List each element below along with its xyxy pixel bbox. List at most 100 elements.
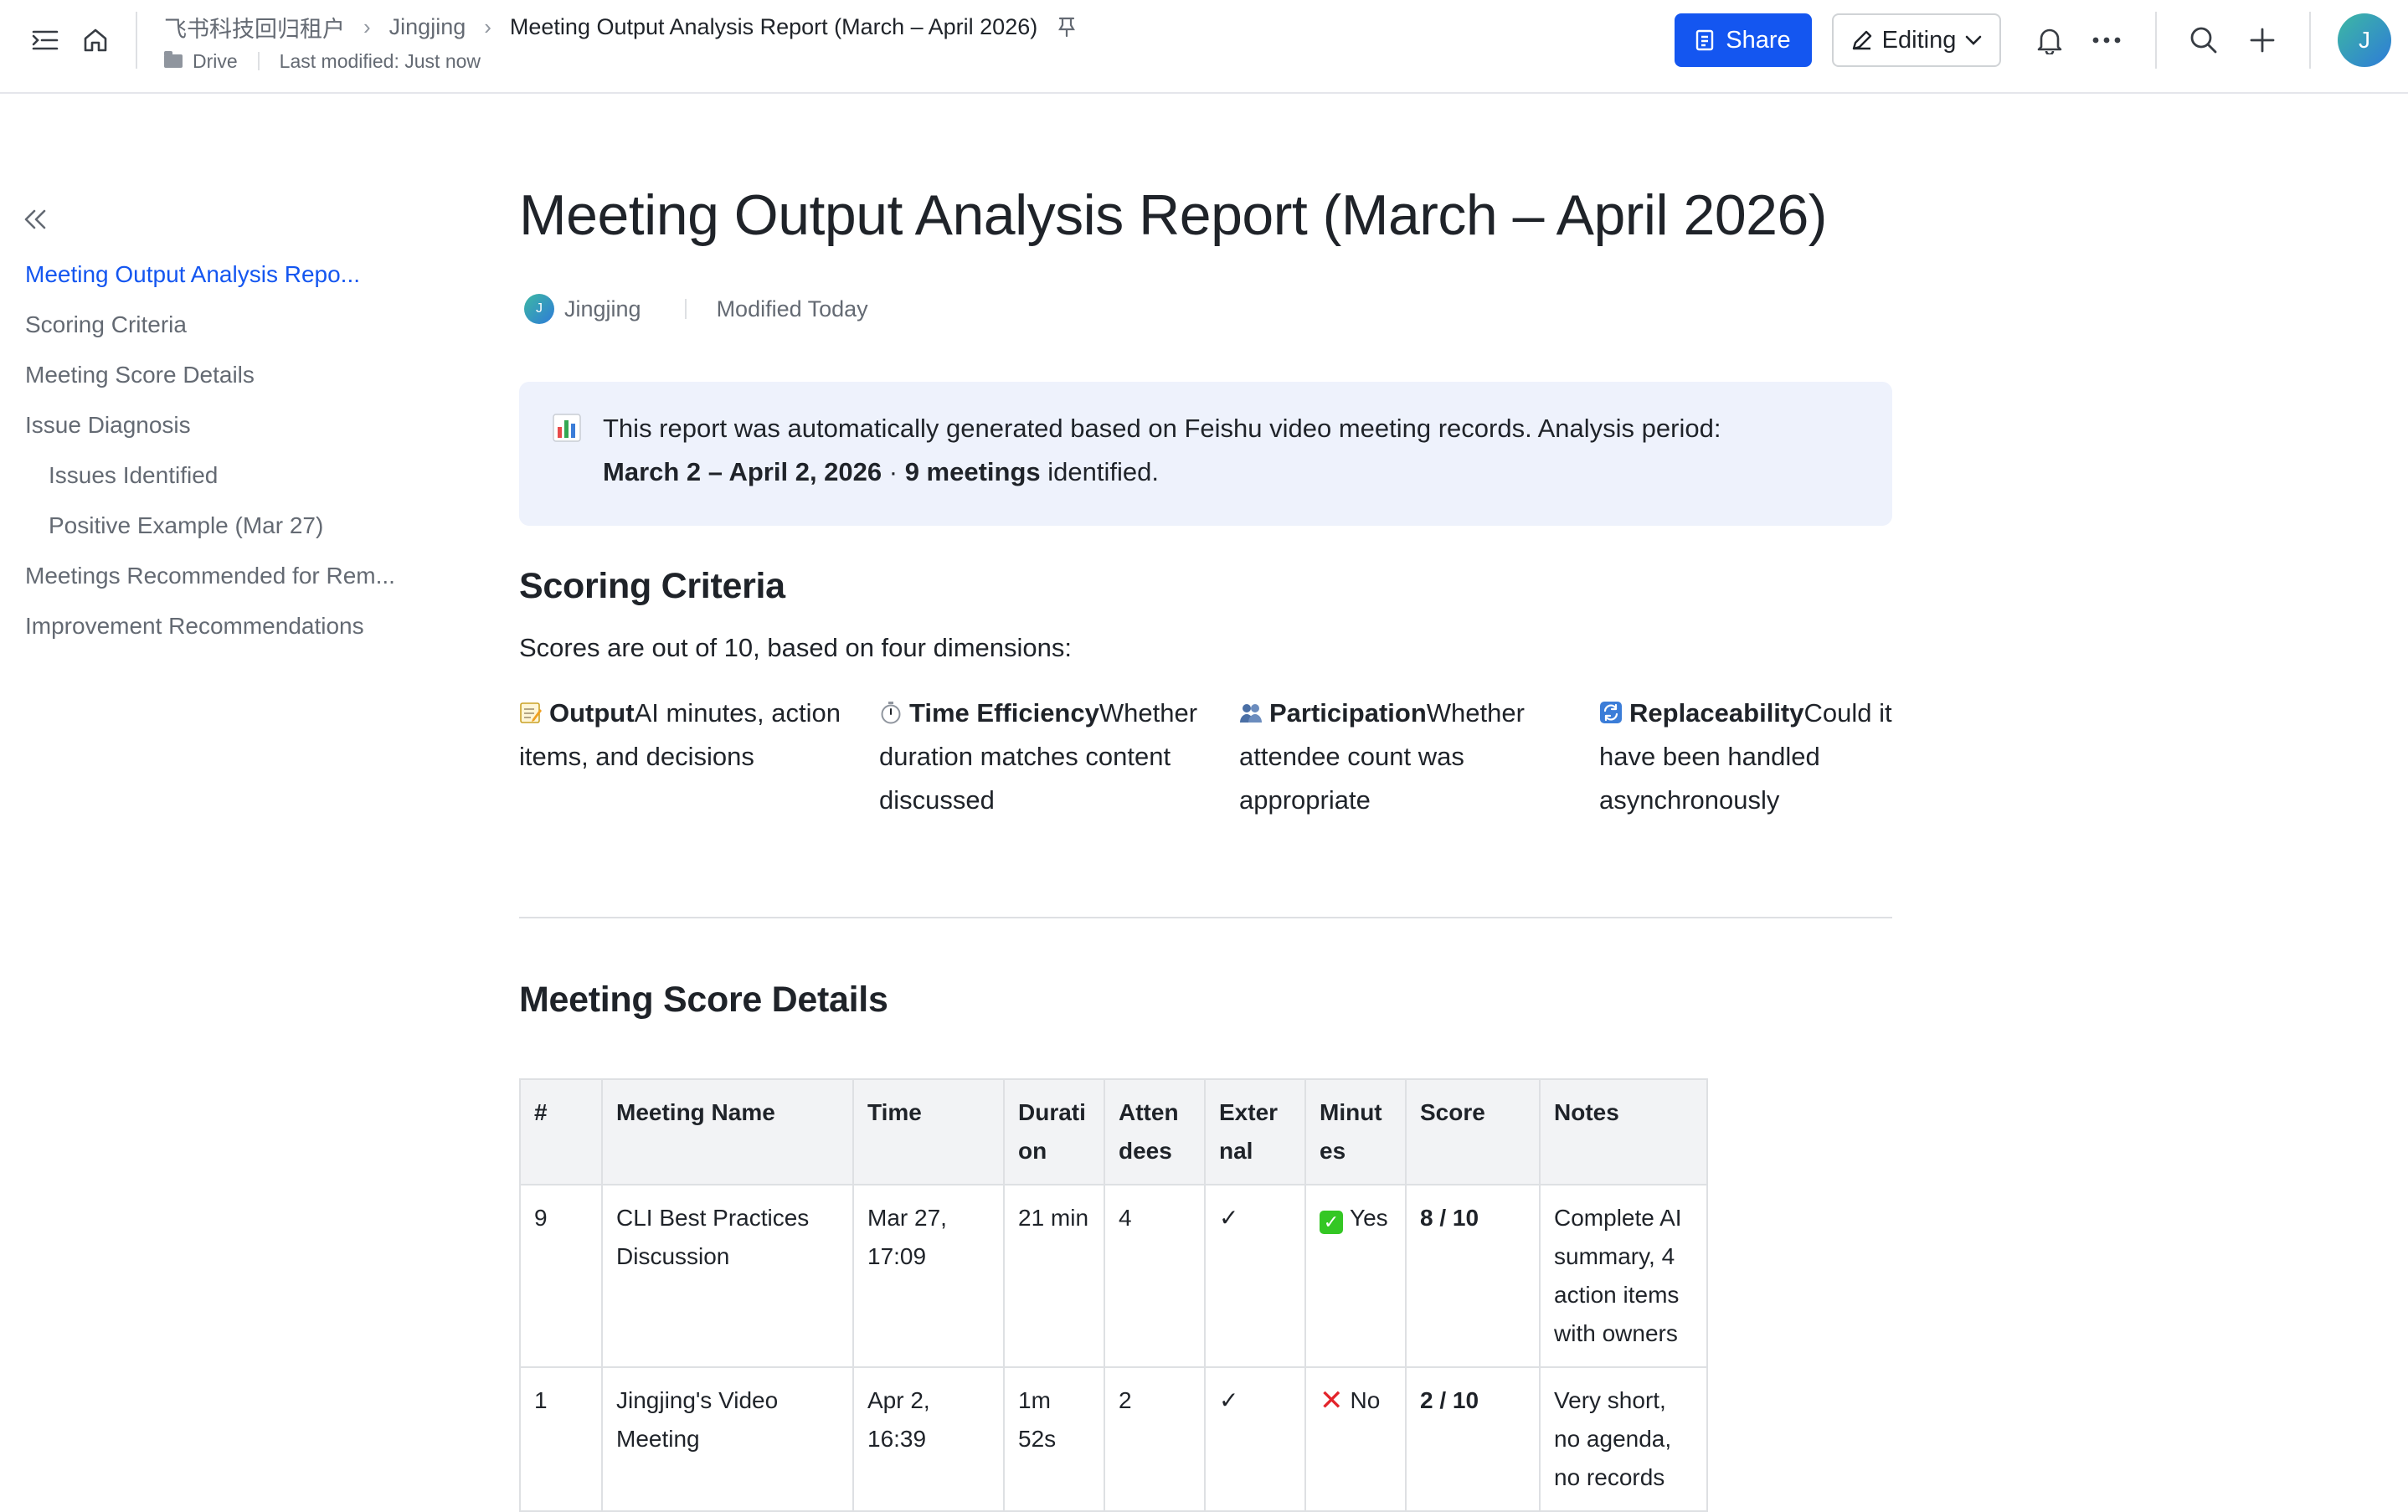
minutes-value: Yes xyxy=(1350,1205,1388,1231)
column-header[interactable]: Notes xyxy=(1539,1078,1708,1185)
score-table[interactable]: # Meeting Name Time Durati on Atten dees… xyxy=(519,1078,1708,1512)
column-header[interactable]: Meeting Name xyxy=(601,1078,854,1185)
criterion-participation[interactable]: ParticipationWhether attendee count was … xyxy=(1239,692,1571,822)
column-header[interactable]: Minut es xyxy=(1304,1078,1407,1185)
cell-name[interactable]: Jingjing's Video Meeting xyxy=(601,1366,854,1512)
column-header[interactable]: Atten dees xyxy=(1104,1078,1206,1185)
callout-block[interactable]: This report was automatically generated … xyxy=(519,382,1892,526)
criterion-name: Time Efficiency xyxy=(909,698,1099,728)
criterion-replaceability[interactable]: ReplaceabilityCould it have been handled… xyxy=(1599,692,1931,822)
criterion-output[interactable]: OutputAI minutes, action items, and deci… xyxy=(519,692,851,779)
cell-name[interactable]: CLI Best Practices Discussion xyxy=(601,1184,854,1368)
check-mark-icon: ✓ xyxy=(1320,1211,1343,1234)
editing-label: Editing xyxy=(1881,26,1957,54)
cell-minutes[interactable]: ✕ No xyxy=(1304,1366,1407,1512)
cell-time[interactable]: Mar 27, 17:09 xyxy=(852,1184,1005,1368)
criterion-time-efficiency[interactable]: Time EfficiencyWhether duration matches … xyxy=(879,692,1211,822)
people-icon xyxy=(1240,704,1262,723)
stopwatch-icon xyxy=(881,702,901,724)
cross-mark-icon: ✕ xyxy=(1320,1385,1344,1417)
pin-icon[interactable] xyxy=(1057,16,1076,38)
outline-item-meetings-recommended[interactable]: Meetings Recommended for Rem... xyxy=(25,551,410,601)
home-icon[interactable] xyxy=(72,17,119,64)
column-header[interactable]: # xyxy=(519,1078,603,1185)
cell-time[interactable]: Apr 2, 16:39 xyxy=(852,1366,1005,1512)
modified-label: Modified Today xyxy=(716,296,868,321)
callout-suffix: identified. xyxy=(1040,457,1159,486)
outline-toggle-icon[interactable] xyxy=(22,17,69,64)
outline-item-positive-example[interactable]: Positive Example (Mar 27) xyxy=(25,501,410,551)
location-link[interactable]: Drive xyxy=(193,50,238,73)
cell-score[interactable]: 8 / 10 xyxy=(1405,1184,1541,1368)
column-header[interactable]: Score xyxy=(1405,1078,1541,1185)
table-row: 9 CLI Best Practices Discussion Mar 27, … xyxy=(519,1184,1708,1368)
chevron-right-icon: › xyxy=(484,13,491,39)
criterion-name: Replaceability xyxy=(1629,698,1804,728)
column-header[interactable]: Exter nal xyxy=(1204,1078,1306,1185)
outline-item-improvement-recommendations[interactable]: Improvement Recommendations xyxy=(25,601,410,651)
cell-minutes[interactable]: ✓ Yes xyxy=(1304,1184,1407,1368)
editing-mode-dropdown[interactable]: Editing xyxy=(1832,13,2001,67)
outline: Meeting Output Analysis Repo... Scoring … xyxy=(25,249,410,651)
cell-num[interactable]: 1 xyxy=(519,1366,603,1512)
callout-text: This report was automatically generated … xyxy=(603,414,1721,443)
plus-icon[interactable] xyxy=(2239,17,2286,64)
doc-meta: Drive Last modified: Just now xyxy=(164,49,481,74)
folder-icon xyxy=(164,51,183,68)
user-avatar[interactable]: J xyxy=(2338,13,2391,67)
minutes-value: No xyxy=(1350,1387,1381,1413)
more-icon[interactable] xyxy=(2083,17,2130,64)
bell-icon[interactable] xyxy=(2026,17,2073,64)
cell-attendees[interactable]: 4 xyxy=(1104,1184,1206,1368)
cell-notes[interactable]: Complete AI summary, 4 action items with… xyxy=(1539,1184,1708,1368)
breadcrumb-folder[interactable]: Jingjing xyxy=(389,14,466,40)
breadcrumb-workspace[interactable]: 飞书科技回归租户 xyxy=(164,11,345,44)
author-row: J Jingjing Modified Today xyxy=(524,291,868,327)
cell-duration[interactable]: 1m 52s xyxy=(1003,1366,1105,1512)
cell-score[interactable]: 2 / 10 xyxy=(1405,1366,1541,1512)
criterion-name: Participation xyxy=(1269,698,1427,728)
cell-external[interactable]: ✓ xyxy=(1204,1366,1306,1512)
divider-line xyxy=(519,917,1892,918)
outline-item-report[interactable]: Meeting Output Analysis Repo... xyxy=(25,249,410,300)
memo-icon xyxy=(520,702,542,723)
heading-scoring-criteria[interactable]: Scoring Criteria xyxy=(519,566,785,607)
callout-count: 9 meetings xyxy=(904,457,1041,486)
cell-attendees[interactable]: 2 xyxy=(1104,1366,1206,1512)
pencil-icon xyxy=(1852,30,1871,50)
outline-item-meeting-score-details[interactable]: Meeting Score Details xyxy=(25,350,410,400)
outline-item-issue-diagnosis[interactable]: Issue Diagnosis xyxy=(25,400,410,450)
outline-item-scoring-criteria[interactable]: Scoring Criteria xyxy=(25,300,410,350)
top-bar: 飞书科技回归租户 › Jingjing › Meeting Output Ana… xyxy=(0,0,2408,94)
share-button[interactable]: Share xyxy=(1675,13,1812,67)
criterion-name: Output xyxy=(549,698,635,728)
score-value: 2 / 10 xyxy=(1420,1387,1479,1413)
table-row: 1 Jingjing's Video Meeting Apr 2, 16:39 … xyxy=(519,1366,1708,1512)
collapse-outline-icon[interactable] xyxy=(20,204,50,234)
cell-duration[interactable]: 21 min xyxy=(1003,1184,1105,1368)
chevron-right-icon: › xyxy=(363,13,371,39)
last-modified: Last modified: Just now xyxy=(279,49,481,72)
page-title[interactable]: Meeting Output Analysis Report (March – … xyxy=(519,183,1827,248)
divider xyxy=(2155,12,2157,69)
share-doc-icon xyxy=(1696,29,1714,51)
author-avatar[interactable]: J xyxy=(524,294,554,324)
share-label: Share xyxy=(1726,26,1791,54)
chevron-down-icon xyxy=(1966,35,1982,45)
column-header[interactable]: Durati on xyxy=(1003,1078,1105,1185)
outline-item-issues-identified[interactable]: Issues Identified xyxy=(25,450,410,501)
column-header[interactable]: Time xyxy=(852,1078,1005,1185)
cell-notes[interactable]: Very short, no agenda, no records xyxy=(1539,1366,1708,1512)
table-header-row: # Meeting Name Time Durati on Atten dees… xyxy=(519,1078,1708,1185)
callout-period: March 2 – April 2, 2026 xyxy=(603,457,882,486)
cell-external[interactable]: ✓ xyxy=(1204,1184,1306,1368)
author-name[interactable]: Jingjing xyxy=(564,296,641,322)
search-icon[interactable] xyxy=(2180,17,2227,64)
scoring-intro[interactable]: Scores are out of 10, based on four dime… xyxy=(519,633,1072,663)
cell-num[interactable]: 9 xyxy=(519,1184,603,1368)
breadcrumb: 飞书科技回归租户 › Jingjing › Meeting Output Ana… xyxy=(164,12,1076,42)
divider xyxy=(684,299,687,319)
heading-meeting-score-details[interactable]: Meeting Score Details xyxy=(519,980,888,1021)
callout-separator: · xyxy=(882,457,905,486)
breadcrumb-current[interactable]: Meeting Output Analysis Report (March – … xyxy=(510,14,1037,40)
